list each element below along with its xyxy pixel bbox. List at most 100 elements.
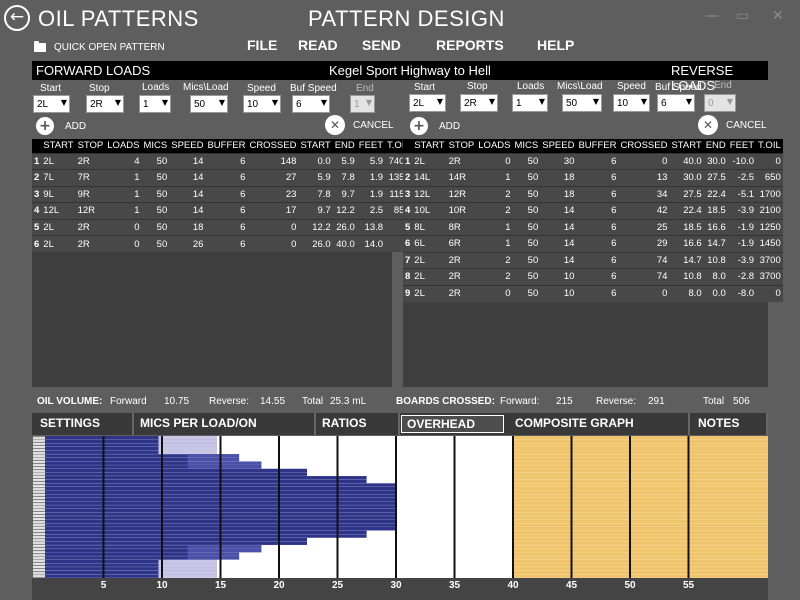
backend-band [513, 512, 768, 517]
oil-band-mid [187, 454, 240, 458]
table-cell: 2R [75, 235, 106, 252]
column-header [403, 139, 413, 153]
column-header: FEET [356, 139, 386, 153]
boards-crossed-label: BOARDS CROSSED: [396, 396, 495, 407]
backend-band [513, 534, 768, 538]
tab-settings[interactable]: SETTINGS [34, 413, 134, 435]
restore-icon[interactable]: ▭ [736, 8, 749, 24]
forward-loads-heading: FORWARD LOADS [36, 63, 151, 78]
table-row[interactable]: 1 2L 2R 0 50 30 6 0 40.0 30.0 -10.0 0 [403, 152, 783, 170]
rev-add-button[interactable]: + ADD [410, 117, 460, 135]
dry-band [239, 552, 513, 557]
oil-band-mid [187, 457, 240, 462]
table-row[interactable]: 9 2L 2R 0 50 10 6 0 8.0 0.0 -8.0 0 [403, 284, 783, 302]
app-title: OIL PATTERNS [38, 6, 199, 31]
loads-label: Loads [142, 82, 170, 93]
chevron-down-icon: ▼ [488, 97, 495, 106]
table-row[interactable]: 2 14L 14R 1 50 18 6 13 30.0 27.5 -2.5 650 [403, 169, 783, 186]
fwd-start-select[interactable]: 2L ▼ [33, 95, 70, 113]
table-row[interactable]: 4 12L 12R 1 50 14 6 17 9.7 12.2 2.5 850 [32, 202, 412, 219]
dry-band [261, 548, 513, 553]
fwd-add-button[interactable]: + ADD [36, 117, 86, 135]
axis-tick-label: 5 [100, 580, 107, 591]
table-cell: 2L [412, 251, 447, 269]
table-row[interactable]: 2 7L 7R 1 50 14 6 27 5.9 7.8 1.9 1350 [32, 169, 412, 186]
menu-file[interactable]: FILE [247, 37, 277, 53]
tab-notes[interactable]: NOTES [692, 413, 768, 435]
menu-read[interactable]: READ [298, 37, 338, 53]
chevron-down-icon: ▼ [592, 97, 599, 106]
oil-band-light [158, 446, 217, 451]
table-row[interactable]: 6 6L 6R 1 50 14 6 29 16.6 14.7 -1.9 1450 [403, 235, 783, 252]
chevron-down-icon: ▼ [218, 98, 225, 107]
tab-overhead[interactable]: OVERHEAD [401, 415, 504, 433]
table-cell: 10R [446, 202, 477, 219]
back-arrow-icon[interactable]: ← [4, 5, 30, 31]
rev-mics-select[interactable]: 50 ▼ [562, 94, 602, 112]
table-cell: 7.8 [332, 169, 357, 186]
table-cell: 40.0 [332, 235, 357, 252]
oil-band-mid [187, 461, 262, 466]
table-row[interactable]: 62L2R050266026.040.014.00 [32, 235, 412, 252]
rev-speed-select[interactable]: 10 ▼ [613, 94, 650, 112]
table-cell: 17 [247, 202, 299, 219]
backend-band [513, 461, 768, 466]
table-cell: 5.9 [298, 169, 333, 186]
dry-band [216, 436, 514, 440]
fwd-end-select: 1 ▼ [350, 95, 375, 113]
fwd-speed-select[interactable]: 10 ▼ [243, 95, 281, 113]
table-row[interactable]: 52L2R050186012.226.013.80 [32, 218, 412, 236]
table-cell: 50 [512, 235, 541, 252]
table-cell: 2L [41, 218, 76, 236]
table-cell: -1.9 [727, 235, 757, 252]
menu-reports[interactable]: REPORTS [436, 37, 504, 53]
table-row[interactable]: 5 8L 8R 1 50 14 6 25 18.5 16.6 -1.9 1250 [403, 218, 783, 236]
table-cell: 6 [32, 235, 42, 252]
tab-ratios[interactable]: RATIOS [316, 413, 400, 435]
tab-mics-per-load[interactable]: MICS PER LOAD/ON [134, 413, 316, 435]
axis-tick-label: 10 [156, 580, 168, 591]
backend-band [513, 476, 768, 480]
rev-start-select[interactable]: 2L ▼ [409, 94, 446, 112]
rev-stop-select[interactable]: 2R ▼ [460, 94, 498, 112]
fwd-stop-select[interactable]: 2R ▼ [86, 95, 124, 113]
fwd-loads-select[interactable]: 1 ▼ [139, 95, 171, 113]
rev-bufspeed-select[interactable]: 6 ▼ [657, 94, 695, 112]
backend-band [513, 567, 768, 571]
table-row[interactable]: 1 2L 2R 4 50 14 6 148 0.0 5.9 5.9 7400 [32, 152, 412, 170]
fwd-mics-select[interactable]: 50 ▼ [190, 95, 228, 113]
fwd-cancel-button[interactable]: ✕ CANCEL [325, 115, 394, 135]
column-header: START [669, 139, 704, 153]
table-cell: 50 [141, 185, 170, 203]
rev-start-label: Start [414, 82, 436, 93]
fwd-bufspeed-select[interactable]: 6 ▼ [292, 95, 330, 113]
minimize-icon[interactable]: — [705, 8, 719, 24]
table-row[interactable]: 4 10L 10R 2 50 14 6 42 22.4 18.5 -3.9 2100 [403, 202, 783, 219]
table-cell: 9R [75, 185, 106, 203]
table-cell: 50 [512, 202, 541, 219]
oil-band [45, 479, 367, 484]
table-cell: 2R [75, 152, 106, 170]
axis-tick-label: 50 [624, 580, 636, 591]
rev-cancel-button[interactable]: ✕ CANCEL [698, 115, 767, 135]
forward-volume-label: Forward [110, 396, 147, 407]
table-cell: 5.9 [356, 152, 386, 170]
table-row[interactable]: 7 2L 2R 2 50 14 6 74 14.7 10.8 -3.9 3700 [403, 251, 783, 269]
dry-band [366, 534, 513, 538]
table-row[interactable]: 3 9L 9R 1 50 14 6 23 7.8 9.7 1.9 1150 [32, 185, 412, 203]
table-cell: 6 [576, 169, 619, 186]
backend-band [513, 545, 768, 549]
table-cell: 6 [205, 152, 248, 170]
table-cell: 2R [446, 268, 477, 285]
dry-band [216, 439, 514, 444]
rev-loads-select[interactable]: 1 ▼ [512, 94, 548, 112]
dry-band [216, 559, 514, 564]
close-icon[interactable]: ✕ [772, 8, 784, 24]
oil-band-mid [187, 548, 262, 553]
table-row[interactable]: 3 12L 12R 2 50 18 6 34 27.5 22.4 -5.1 1700 [403, 185, 783, 203]
dry-band [366, 530, 513, 535]
tab-composite-graph[interactable]: COMPOSITE GRAPH [509, 413, 690, 435]
table-row[interactable]: 8 2L 2R 2 50 10 6 74 10.8 8.0 -2.8 3700 [403, 268, 783, 285]
menu-help[interactable]: HELP [537, 37, 574, 53]
menu-send[interactable]: SEND [362, 37, 401, 53]
